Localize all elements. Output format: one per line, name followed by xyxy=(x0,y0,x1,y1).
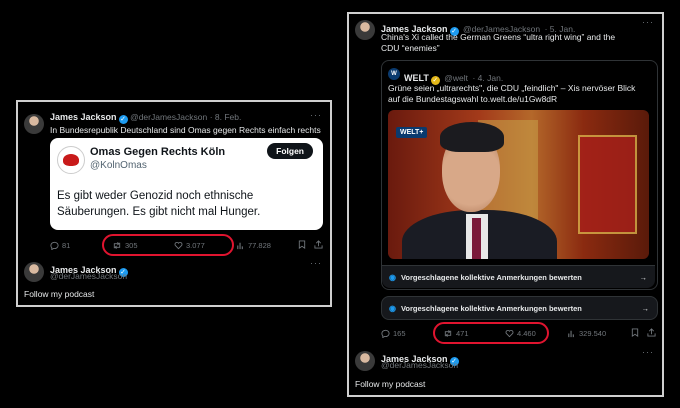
community-notes-label: Vorgeschlagene kollektive Anmerkungen be… xyxy=(400,272,582,282)
author-name[interactable]: James Jackson xyxy=(50,112,117,122)
person-tie xyxy=(472,218,481,259)
views-icon xyxy=(568,330,574,337)
reply-icon xyxy=(381,329,390,338)
views-count: 77.828 xyxy=(248,240,271,250)
reply-action[interactable]: 81 xyxy=(50,241,70,250)
reply-text: Follow my podcast xyxy=(24,289,95,299)
image-badge: WELT+ xyxy=(396,127,428,138)
reply-text: Follow my podcast xyxy=(355,379,426,389)
highlight-oval xyxy=(433,322,549,344)
org-logo[interactable] xyxy=(57,146,85,174)
quoted-author-name[interactable]: WELT xyxy=(404,73,429,83)
verified-icon: ✓ xyxy=(118,115,128,124)
quoted-tweet-card[interactable]: W WELT ✓ @welt · 4. Jan. Grüne seien „ult… xyxy=(381,60,658,290)
quoted-author-name[interactable]: Omas Gegen Rechts Köln xyxy=(90,146,225,158)
reply-count: 81 xyxy=(62,240,71,250)
share-icon[interactable] xyxy=(647,328,656,337)
quoted-tweet-card[interactable]: Omas Gegen Rechts Köln @KolnOmas Folgen … xyxy=(50,138,323,230)
welt-logo[interactable]: W xyxy=(388,68,400,80)
person-hair xyxy=(440,122,504,152)
views-action[interactable]: 329.540 xyxy=(567,329,606,338)
more-icon[interactable]: ··· xyxy=(310,110,322,120)
quoted-tweet-text: Es gibt weder Genozid noch ethnische Säu… xyxy=(57,190,261,218)
reply-action[interactable]: 165 xyxy=(381,329,406,338)
views-count: 329.540 xyxy=(579,328,607,338)
left-screenshot-panel: James Jackson ✓ @derJamesJackson · 8. Feb… xyxy=(16,100,332,307)
views-action[interactable]: 77.828 xyxy=(236,241,271,250)
tweet-text: In Bundesrepublik Deutschland sind Omas … xyxy=(50,125,321,135)
reply-count: 165 xyxy=(393,328,406,338)
highlight-oval xyxy=(102,234,234,256)
people-icon: ◉ xyxy=(389,303,396,313)
quoted-tweet-text: Grüne seien „ultrarechts", die CDU „fein… xyxy=(388,83,636,104)
community-notes-prompt[interactable]: ◉ Vorgeschlagene kollektive Anmerkungen … xyxy=(382,265,655,288)
arrow-right-icon: → xyxy=(639,272,648,282)
tweet-text: China's Xi called the German Greens “ult… xyxy=(381,32,616,53)
people-icon: ◉ xyxy=(389,272,396,282)
community-notes-label: Vorgeschlagene kollektive Anmerkungen be… xyxy=(400,303,582,313)
reply-avatar[interactable] xyxy=(355,351,375,371)
reply-author-handle[interactable]: @derJamesJackson xyxy=(381,360,458,370)
tweet-header: James Jackson ✓ @derJamesJackson · 8. Feb… xyxy=(50,112,241,124)
avatar[interactable] xyxy=(24,114,44,134)
follow-button[interactable]: Folgen xyxy=(267,143,313,159)
more-icon[interactable]: ··· xyxy=(642,17,654,27)
right-screenshot-panel: James Jackson ✓ @derJamesJackson · 5. Jan… xyxy=(347,12,664,397)
bookmark-icon[interactable] xyxy=(298,240,306,249)
tweet-date[interactable]: · 8. Feb. xyxy=(210,112,242,122)
reply-icon xyxy=(50,241,59,250)
org-logo-mark xyxy=(63,154,79,166)
more-icon[interactable]: ··· xyxy=(642,347,654,357)
bookmark-icon[interactable] xyxy=(631,328,639,337)
arrow-right-icon: → xyxy=(641,303,650,313)
views-icon xyxy=(237,242,243,249)
quoted-image[interactable]: WELT+ xyxy=(388,110,649,259)
quoted-date[interactable]: · 4. Jan. xyxy=(472,73,503,83)
author-handle[interactable]: @derJamesJackson xyxy=(130,112,207,122)
share-icon[interactable] xyxy=(314,240,323,249)
avatar[interactable] xyxy=(355,20,375,40)
reply-author-handle[interactable]: @derJamesJackson xyxy=(50,271,127,281)
more-icon[interactable]: ··· xyxy=(310,258,322,268)
community-notes-prompt[interactable]: ◉ Vorgeschlagene kollektive Anmerkungen … xyxy=(381,296,658,320)
reply-avatar[interactable] xyxy=(24,262,44,282)
background-panel xyxy=(578,135,637,234)
quoted-author-handle[interactable]: @welt xyxy=(444,73,468,83)
quoted-author-handle[interactable]: @KolnOmas xyxy=(90,160,147,171)
